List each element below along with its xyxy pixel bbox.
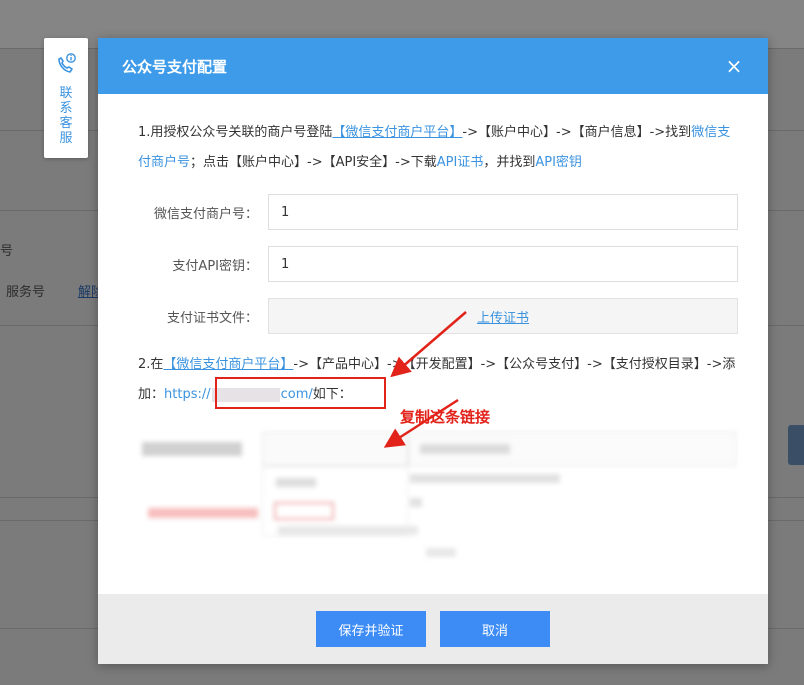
- step1-path2: ；点击【账户中心】->【API安全】->下载: [190, 155, 437, 170]
- url-highlight-box: [215, 377, 386, 409]
- wechat-pay-platform-link[interactable]: 【微信支付商户平台】: [332, 125, 462, 140]
- phone-info-icon: [54, 52, 78, 80]
- step1-path: ->【账户中心】->【商户信息】->找到: [462, 125, 692, 140]
- modal-title: 公众号支付配置: [122, 57, 228, 76]
- api-key-row: 支付API密钥： 1: [138, 246, 738, 282]
- save-verify-button[interactable]: 保存并验证: [316, 611, 426, 647]
- bg-text-service: 服务号: [6, 285, 46, 300]
- contact-service-widget[interactable]: 联系客服: [44, 38, 88, 158]
- auth-url-start: https://: [164, 387, 211, 402]
- cert-file-label: 支付证书文件：: [166, 310, 258, 326]
- bg-chat-tab: [788, 425, 804, 465]
- cert-file-row: 支付证书文件： 上传证书: [138, 298, 738, 334]
- api-key-label: 支付API密钥：: [172, 258, 258, 274]
- merchant-no-input[interactable]: 1: [268, 194, 738, 230]
- blurred-example-image: [138, 426, 738, 576]
- close-icon[interactable]: ×: [724, 56, 744, 76]
- copy-link-annotation: 复制这条链接: [400, 408, 491, 426]
- step1-path3: ，并找到: [483, 155, 536, 170]
- upload-cert-link[interactable]: 上传证书: [477, 307, 529, 326]
- api-key-input[interactable]: 1: [268, 246, 738, 282]
- api-cert-link[interactable]: API证书: [437, 155, 484, 170]
- modal-header: 公众号支付配置 ×: [98, 38, 768, 94]
- merchant-no-row: 微信支付商户号： 1: [138, 194, 738, 230]
- bg-text-hao: 号: [0, 244, 14, 259]
- step1-prefix: 1.用授权公众号关联的商户号登陆: [138, 125, 333, 140]
- cancel-button[interactable]: 取消: [440, 611, 550, 647]
- cert-upload-area[interactable]: 上传证书: [268, 298, 738, 334]
- merchant-no-label: 微信支付商户号：: [153, 206, 258, 222]
- modal-footer: 保存并验证 取消: [98, 594, 768, 664]
- step2-prefix: 2.在: [138, 357, 164, 372]
- contact-label: 联系客服: [59, 86, 73, 146]
- payment-config-modal: 公众号支付配置 × 1.用授权公众号关联的商户号登陆【微信支付商户平台】->【账…: [98, 38, 768, 664]
- api-key-link[interactable]: API密钥: [535, 155, 582, 170]
- step1-instructions: 1.用授权公众号关联的商户号登陆【微信支付商户平台】->【账户中心】->【商户信…: [138, 118, 738, 178]
- wechat-pay-platform-link-2[interactable]: 【微信支付商户平台】: [163, 357, 293, 372]
